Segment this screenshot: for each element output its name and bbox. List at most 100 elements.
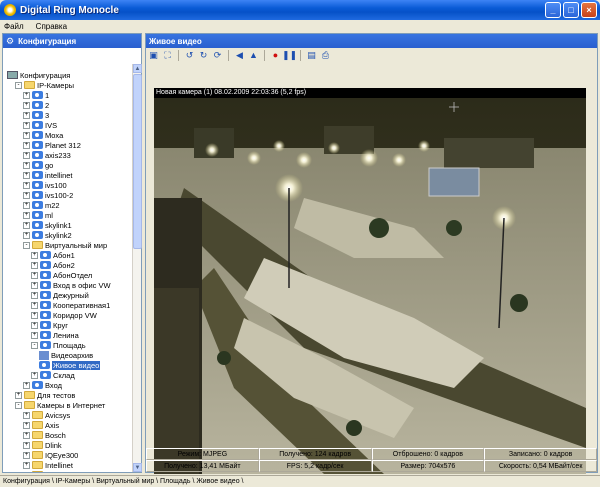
- tree-item[interactable]: + Вход в офис VW: [31, 280, 111, 290]
- tree-item[interactable]: + Intellinet: [23, 460, 73, 470]
- scroll-thumb[interactable]: [133, 74, 142, 249]
- expand-icon[interactable]: +: [23, 121, 30, 129]
- close-button[interactable]: ×: [581, 2, 597, 18]
- tree-item[interactable]: + go: [23, 160, 53, 170]
- video-view[interactable]: Новая камера (1) 08.02.2009 22:03:36 (5,…: [154, 88, 586, 474]
- expand-icon[interactable]: +: [23, 411, 30, 419]
- tree-item[interactable]: +3: [23, 110, 49, 120]
- tree-item[interactable]: + Абон2: [31, 260, 75, 270]
- tree-item[interactable]: + Для тестов: [15, 390, 75, 400]
- tree-item[interactable]: Конфигурация: [7, 70, 70, 80]
- expand-icon[interactable]: +: [23, 421, 30, 429]
- tree-item[interactable]: + axis233: [23, 150, 71, 160]
- pause-icon[interactable]: ❚❚: [282, 50, 297, 61]
- expand-icon[interactable]: +: [23, 441, 30, 449]
- maximize-button[interactable]: □: [563, 2, 579, 18]
- expand-icon[interactable]: +: [23, 471, 30, 472]
- expand-icon[interactable]: +: [23, 131, 30, 139]
- tree-item[interactable]: - Камеры в Интернет: [15, 400, 105, 410]
- scroll-down-arrow-icon[interactable]: ▼: [133, 463, 142, 472]
- save-icon[interactable]: ▤: [306, 50, 317, 61]
- tree-item[interactable]: Живое видео: [39, 360, 101, 370]
- minimize-button[interactable]: _: [545, 2, 561, 18]
- tree-item[interactable]: + АбонОтдел: [31, 270, 92, 280]
- tree-item[interactable]: + skylink1: [23, 220, 72, 230]
- tree-item[interactable]: + intellinet: [23, 170, 73, 180]
- flip-horizontal-icon[interactable]: ◀: [234, 50, 245, 61]
- menu-file[interactable]: Файл: [2, 22, 26, 31]
- tree-item[interactable]: + Avicsys: [23, 410, 70, 420]
- tree-item[interactable]: + Вход: [23, 380, 62, 390]
- expand-icon[interactable]: +: [23, 221, 30, 229]
- expand-icon[interactable]: +: [31, 251, 38, 259]
- expand-icon[interactable]: +: [31, 271, 38, 279]
- expand-icon[interactable]: +: [31, 321, 38, 329]
- tree-item[interactable]: + Склад: [31, 370, 75, 380]
- scroll-up-arrow-icon[interactable]: ▲: [133, 64, 142, 73]
- expand-icon[interactable]: +: [23, 171, 30, 179]
- expand-icon[interactable]: +: [23, 461, 30, 469]
- expand-icon[interactable]: +: [23, 141, 30, 149]
- record-icon[interactable]: ●: [270, 50, 281, 61]
- expand-icon[interactable]: +: [23, 111, 30, 119]
- collapse-icon[interactable]: -: [31, 341, 38, 349]
- tree-scrollbar[interactable]: ▲ ▼: [132, 64, 142, 472]
- tree-item[interactable]: + IVS: [23, 120, 57, 130]
- collapse-icon[interactable]: -: [15, 401, 22, 409]
- tree-item[interactable]: +2: [23, 100, 49, 110]
- rotate-left-icon[interactable]: ↺: [184, 50, 195, 61]
- tree-item[interactable]: + Merlilin: [23, 470, 69, 472]
- tree-item[interactable]: + Круг: [31, 320, 68, 330]
- tree-item[interactable]: + Dlink: [23, 440, 62, 450]
- expand-icon[interactable]: +: [23, 181, 30, 189]
- tree-item[interactable]: + Bosch: [23, 430, 66, 440]
- flip-vertical-icon[interactable]: ▲: [248, 50, 259, 61]
- tree-item[interactable]: - Виртуальный мир: [23, 240, 107, 250]
- tree-item[interactable]: + Коридор VW: [31, 310, 97, 320]
- expand-icon[interactable]: +: [31, 281, 38, 289]
- tree-item[interactable]: - Площадь: [31, 340, 86, 350]
- tree-item[interactable]: + m22: [23, 200, 60, 210]
- rotate-right-icon[interactable]: ↻: [198, 50, 209, 61]
- expand-icon[interactable]: +: [31, 371, 38, 379]
- tree-item[interactable]: + skylink2: [23, 230, 72, 240]
- expand-icon[interactable]: +: [23, 451, 30, 459]
- expand-icon[interactable]: +: [31, 301, 38, 309]
- tree-item[interactable]: + Ленина: [31, 330, 79, 340]
- expand-icon[interactable]: +: [31, 291, 38, 299]
- tree-item[interactable]: + Дежурный: [31, 290, 89, 300]
- expand-icon[interactable]: +: [23, 191, 30, 199]
- tree-item[interactable]: Видеоархив: [39, 350, 93, 360]
- print-icon[interactable]: ⎙: [320, 50, 331, 61]
- tree-item[interactable]: + Абон1: [31, 250, 75, 260]
- expand-icon[interactable]: +: [23, 201, 30, 209]
- tree-item[interactable]: + ivs100: [23, 180, 67, 190]
- expand-icon[interactable]: +: [23, 91, 30, 99]
- expand-icon[interactable]: +: [23, 161, 30, 169]
- tree-item[interactable]: + Кооперативная1: [31, 300, 110, 310]
- expand-icon[interactable]: +: [15, 391, 22, 399]
- expand-icon[interactable]: +: [23, 151, 30, 159]
- collapse-icon[interactable]: -: [15, 81, 22, 89]
- expand-icon[interactable]: +: [23, 381, 30, 389]
- tree-item[interactable]: + Planet 312: [23, 140, 81, 150]
- snapshot-icon[interactable]: ▣: [148, 50, 159, 61]
- expand-icon[interactable]: +: [23, 231, 30, 239]
- expand-icon[interactable]: +: [23, 211, 30, 219]
- tree-item[interactable]: + ivs100-2: [23, 190, 73, 200]
- tree-item[interactable]: - IP-Камеры: [15, 80, 74, 90]
- collapse-icon[interactable]: -: [23, 241, 30, 249]
- tree-item[interactable]: +1: [23, 90, 49, 100]
- expand-icon[interactable]: +: [23, 431, 30, 439]
- tree-item[interactable]: + ml: [23, 210, 53, 220]
- expand-icon[interactable]: +: [31, 261, 38, 269]
- menu-help[interactable]: Справка: [34, 22, 69, 31]
- expand-icon[interactable]: +: [31, 331, 38, 339]
- expand-icon[interactable]: +: [23, 101, 30, 109]
- tree-item[interactable]: + IQEye300: [23, 450, 78, 460]
- expand-icon[interactable]: +: [31, 311, 38, 319]
- fullscreen-icon[interactable]: ⛶: [162, 50, 173, 61]
- rotate-180-icon[interactable]: ⟳: [212, 50, 223, 61]
- tree-item[interactable]: + Axis: [23, 420, 59, 430]
- tree-item[interactable]: + Moxa: [23, 130, 63, 140]
